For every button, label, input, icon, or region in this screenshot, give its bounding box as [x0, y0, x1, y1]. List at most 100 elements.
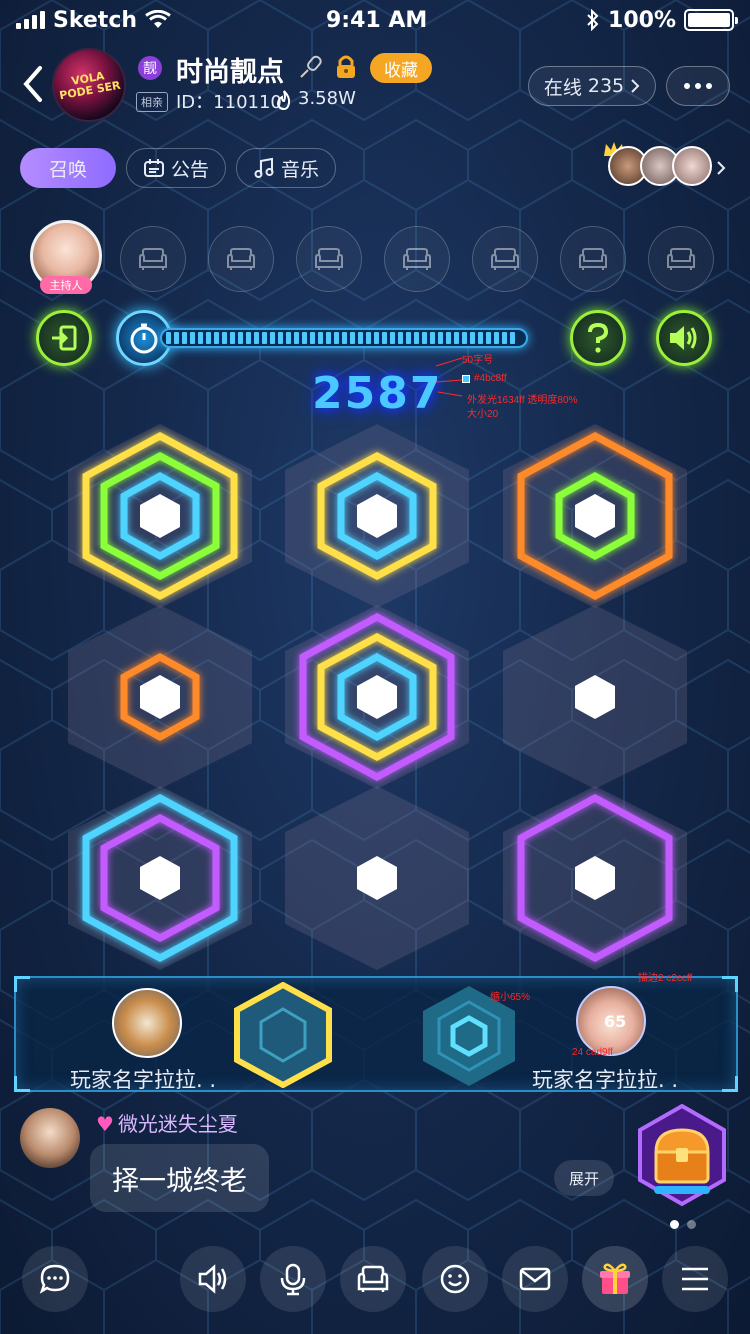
room-header: VOLA PODE SER 靓 时尚靓点 收藏 相亲 ID：110110 3.5…	[0, 46, 750, 126]
menu-button[interactable]	[662, 1246, 728, 1312]
smiley-icon	[440, 1264, 470, 1294]
empty-seat[interactable]	[208, 226, 274, 292]
player-avatar[interactable]	[112, 988, 182, 1058]
progress-segment	[278, 332, 283, 344]
wifi-icon	[145, 10, 171, 28]
chat-sender[interactable]: ♥ 微光迷失尘夏	[96, 1108, 238, 1137]
annotation-glow-size: 大小20	[467, 409, 499, 420]
microphone-icon	[280, 1263, 306, 1296]
expand-button[interactable]: 展开	[554, 1160, 614, 1196]
host-label: 主持人	[40, 276, 92, 294]
player-score: 65	[604, 1012, 627, 1031]
progress-segment	[430, 332, 435, 344]
progress-segment	[334, 332, 339, 344]
hex-cell[interactable]	[68, 424, 252, 608]
progress-segment	[454, 332, 459, 344]
empty-seat[interactable]	[296, 226, 362, 292]
empty-seat[interactable]	[472, 226, 538, 292]
hex-cell[interactable]	[68, 786, 252, 970]
progress-segment	[422, 332, 427, 344]
chevron-right-icon	[631, 79, 640, 93]
microphone-button[interactable]	[260, 1246, 326, 1312]
volume-button[interactable]	[180, 1246, 246, 1312]
chat-button[interactable]	[22, 1246, 88, 1312]
annotation-glow: 外发光1634ff 透明度80%	[467, 395, 578, 406]
progress-segment	[510, 332, 515, 344]
fire-icon	[276, 90, 291, 111]
message-button[interactable]	[502, 1246, 568, 1312]
hex-cell[interactable]	[68, 605, 252, 789]
progress-segment	[166, 332, 171, 344]
progress-segment	[238, 332, 243, 344]
sofa-icon	[139, 248, 167, 270]
annotation-stroke: 描边2 c2ccff	[638, 973, 693, 984]
speaker-icon	[670, 326, 697, 350]
hex-cell[interactable]	[285, 786, 469, 970]
progress-segment	[318, 332, 323, 344]
online-count-button[interactable]: 在线 235	[528, 66, 656, 106]
announcement-button[interactable]: 公告	[126, 148, 227, 188]
back-button[interactable]	[18, 64, 48, 104]
bluetooth-icon	[587, 9, 599, 31]
progress-segment	[374, 332, 379, 344]
player-name: 玩家名字拉拉. .	[70, 1068, 217, 1092]
progress-segment	[198, 332, 203, 344]
music-button[interactable]: 音乐	[236, 148, 337, 188]
empty-seat[interactable]	[384, 226, 450, 292]
hex-cell[interactable]	[285, 424, 469, 608]
progress-segment	[462, 332, 467, 344]
player-held-piece	[234, 982, 332, 1088]
top-viewers[interactable]	[604, 142, 744, 190]
lock-icon	[337, 55, 355, 78]
progress-segment	[294, 332, 299, 344]
progress-segment	[502, 332, 507, 344]
summon-button[interactable]: 召唤	[20, 148, 116, 188]
help-button[interactable]	[570, 310, 626, 366]
empty-seat[interactable]	[560, 226, 626, 292]
progress-segment	[414, 332, 419, 344]
online-label: 在线	[543, 76, 582, 99]
game-score: 2587	[312, 368, 443, 419]
room-avatar[interactable]: VOLA PODE SER	[52, 48, 126, 122]
empty-seat[interactable]	[120, 226, 186, 292]
progress-segment	[398, 332, 403, 344]
gift-icon	[600, 1263, 630, 1294]
seat-button[interactable]	[340, 1246, 406, 1312]
progress-segment	[342, 332, 347, 344]
progress-segment	[478, 332, 483, 344]
sound-button[interactable]	[656, 310, 712, 366]
carousel-dots	[670, 1220, 696, 1229]
hex-cell[interactable]	[503, 424, 687, 608]
favorite-button[interactable]: 收藏	[370, 53, 432, 83]
exit-game-button[interactable]	[36, 310, 92, 366]
treasure-chest-icon[interactable]	[632, 1100, 732, 1210]
hex-cell[interactable]	[503, 786, 687, 970]
chat-bubble: 择一城终老	[90, 1144, 269, 1212]
room-avatar-logo-text: VOLA PODE SER	[58, 69, 122, 103]
progress-segment	[358, 332, 363, 344]
progress-segment	[254, 332, 259, 344]
empty-seat[interactable]	[648, 226, 714, 292]
emoji-button[interactable]	[422, 1246, 488, 1312]
progress-segment	[206, 332, 211, 344]
progress-segment	[262, 332, 267, 344]
room-title: 时尚靓点	[176, 57, 284, 88]
carrier-label: Sketch	[53, 7, 138, 33]
envelope-icon	[519, 1267, 551, 1291]
hex-cell[interactable]	[503, 605, 687, 789]
heart-icon: ♥	[96, 1112, 114, 1136]
chat-avatar[interactable]	[20, 1108, 80, 1168]
hex-cell[interactable]	[285, 605, 469, 789]
sofa-icon	[491, 248, 519, 270]
panel-corner	[722, 1076, 738, 1092]
sofa-icon	[227, 248, 255, 270]
hamburger-menu-icon	[682, 1267, 708, 1291]
battery-percent: 100%	[608, 7, 676, 33]
annotation-font-size: 50字号	[462, 355, 494, 366]
gift-button[interactable]	[582, 1246, 648, 1312]
progress-segment	[350, 332, 355, 344]
viewer-avatar	[672, 146, 712, 186]
panel-corner	[722, 976, 738, 992]
chat-bubble-icon	[39, 1264, 70, 1294]
more-button[interactable]	[666, 66, 730, 106]
